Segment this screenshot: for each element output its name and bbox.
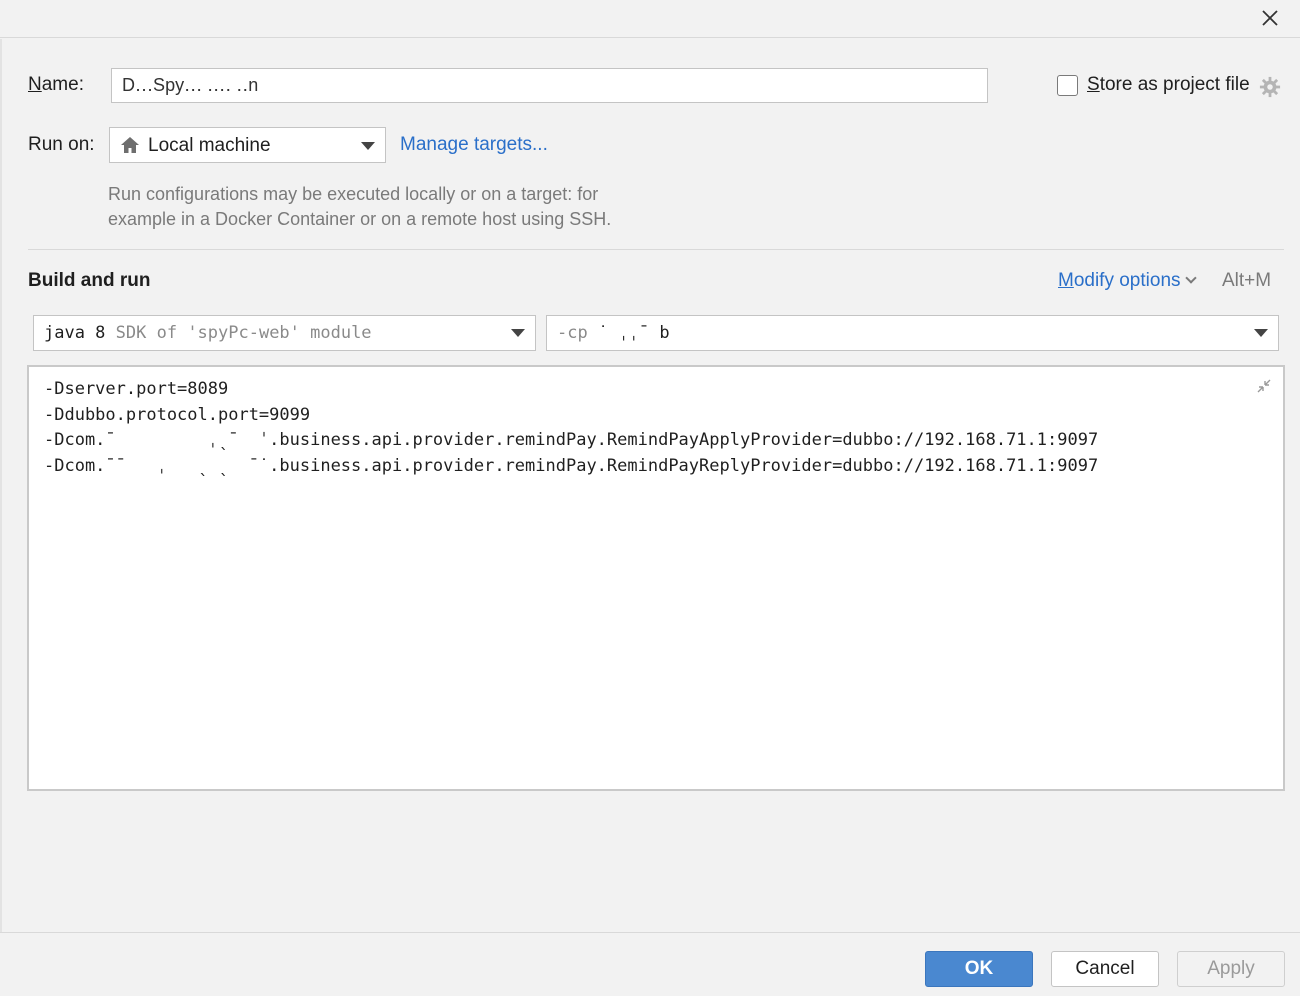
vm-options-text: -Dserver.port=8089 -Ddubbo.protocol.port…: [44, 379, 1099, 477]
run-on-select[interactable]: Local machine: [109, 127, 386, 163]
home-icon: [121, 137, 139, 153]
chevron-down-icon: [1254, 329, 1268, 337]
jdk-value: java 8: [44, 323, 106, 343]
apply-button[interactable]: Apply: [1177, 951, 1285, 987]
chevron-down-icon: [1184, 272, 1197, 284]
chevron-down-icon: [361, 142, 375, 150]
modify-options-shortcut: Alt+M: [1222, 270, 1272, 291]
section-divider: [28, 249, 1284, 250]
ok-button[interactable]: OK: [925, 951, 1033, 987]
chevron-down-icon: [511, 329, 525, 337]
cancel-button[interactable]: Cancel: [1051, 951, 1159, 987]
jdk-select[interactable]: java 8 SDK of 'spyPc-web' module: [33, 315, 536, 351]
classpath-value: ˙ ˌˌˉ b: [597, 323, 670, 343]
store-as-project-label[interactable]: Store as project file: [1087, 74, 1250, 96]
hint-line-1: Run configurations may be executed local…: [108, 184, 599, 204]
run-on-hint: Run configurations may be executed local…: [108, 182, 611, 232]
hint-line-2: example in a Docker Container or on a re…: [108, 209, 612, 229]
classpath-module-select[interactable]: -cp ˙ ˌˌˉ b: [546, 315, 1279, 351]
close-icon[interactable]: [1258, 6, 1282, 30]
build-and-run-title: Build and run: [28, 270, 151, 291]
run-on-label: Run on:: [28, 134, 95, 155]
run-on-value: Local machine: [148, 135, 271, 156]
name-label: Name:: [28, 74, 84, 95]
jdk-description: SDK of 'spyPc-web' module: [115, 323, 372, 343]
gear-icon[interactable]: [1259, 76, 1281, 98]
vm-options-textarea[interactable]: -Dserver.port=8089 -Ddubbo.protocol.port…: [27, 365, 1285, 791]
manage-targets-link[interactable]: Manage targets...: [400, 134, 548, 156]
collapse-icon[interactable]: [1255, 377, 1273, 395]
dialog-titlebar: [0, 0, 1300, 38]
name-input[interactable]: [111, 68, 988, 103]
classpath-prefix: -cp: [557, 323, 588, 343]
store-as-project-checkbox[interactable]: [1057, 75, 1078, 96]
modify-options-link[interactable]: Modify options: [1058, 270, 1197, 292]
